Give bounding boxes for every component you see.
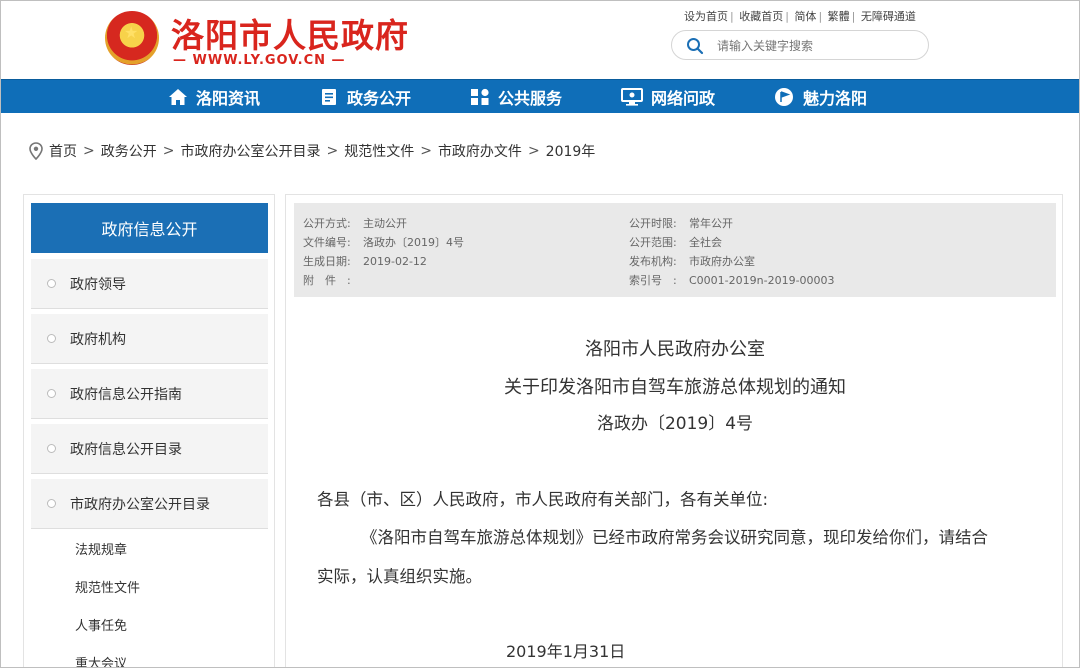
sidebar-subitem-major-meetings[interactable]: 重大会议 [75, 653, 127, 667]
breadcrumb-gov-affairs[interactable]: 政务公开 [101, 141, 157, 161]
nav-item-charm-luoyang[interactable]: 魅力洛阳 [773, 80, 867, 114]
document-icon [322, 89, 336, 105]
top-links: 设为首页 | 收藏首页 | 简体 | 繁體 | 无障碍通道 [684, 10, 916, 23]
sidebar-item-gov-agencies[interactable]: 政府机构 [31, 314, 268, 364]
bullet-icon [47, 444, 56, 453]
sidebar: 政府信息公开 政府领导 政府机构 政府信息公开指南 政府信息公开目录 市政府办公… [23, 194, 275, 667]
nav-label: 魅力洛阳 [803, 89, 868, 108]
document-salutation: 各县（市、区）人民政府，市人民政府有关部门，各有关单位: [317, 490, 769, 509]
search-input[interactable] [717, 36, 917, 56]
sidebar-header[interactable]: 政府信息公开 [31, 203, 268, 253]
sidebar-item-label: 政府领导 [70, 276, 126, 293]
grid-icon [471, 88, 489, 105]
breadcrumb-normative-docs[interactable]: 规范性文件 [344, 141, 414, 161]
breadcrumb-separator: > [326, 143, 339, 159]
meta-created-date: 生成日期: 2019-02-12 [303, 255, 427, 268]
sidebar-item-label: 市政府办公室公开目录 [70, 496, 210, 513]
breadcrumb-separator: > [420, 143, 432, 159]
meta-attachment: 附 件 : [303, 274, 351, 287]
nav-item-news[interactable]: 洛阳资讯 [168, 80, 260, 114]
accessibility-link[interactable]: 无障碍通道 [861, 10, 916, 23]
site-header: ★ 洛阳市人民政府 — WWW.LY.GOV.CN — 设为首页 | 收藏首页 | … [1, 1, 1079, 79]
sidebar-item-disclosure-catalog[interactable]: 政府信息公开目录 [31, 424, 268, 474]
sidebar-item-label: 政府信息公开指南 [70, 386, 182, 403]
document-metadata: 公开方式: 主动公开 文件编号: 洛政办〔2019〕4号 生成日期: 2019-02-… [294, 203, 1056, 297]
search-box[interactable] [671, 30, 929, 60]
breadcrumb: 首页 > 政务公开 > 市政府办公室公开目录 > 规范性文件 > 市政府办文件 > 201… [29, 141, 595, 161]
bullet-icon [47, 389, 56, 398]
nav-label: 网络问政 [651, 89, 716, 108]
meta-file-number: 文件编号: 洛政办〔2019〕4号 [303, 236, 464, 249]
sidebar-item-label: 政府信息公开目录 [70, 441, 182, 458]
sidebar-subitem-regulations[interactable]: 法规规章 [75, 539, 127, 558]
document-date: 2019年1月31日 [506, 642, 626, 661]
national-emblem-icon: ★ [105, 11, 159, 65]
search-icon[interactable] [686, 37, 704, 55]
traditional-link[interactable]: 繁體 [828, 10, 850, 23]
nav-item-online-inquiry[interactable]: 网络问政 [621, 80, 715, 114]
location-pin-icon [29, 142, 43, 160]
meta-index-number: 索引号 : C0001-2019n-2019-00003 [629, 274, 835, 287]
sidebar-item-label: 政府机构 [70, 331, 126, 348]
sidebar-item-gov-leaders[interactable]: 政府领导 [31, 259, 268, 309]
bullet-icon [47, 499, 56, 508]
bookmark-link[interactable]: 收藏首页 [739, 10, 783, 23]
breadcrumb-office-files[interactable]: 市政府办文件 [438, 141, 522, 161]
document-paragraph-line1: 《洛阳市自驾车旅游总体规划》已经市政府常务会议研究同意，现印发给你们，请结合 [361, 528, 988, 547]
document-panel: 公开方式: 主动公开 文件编号: 洛政办〔2019〕4号 生成日期: 2019-02-… [285, 194, 1063, 667]
home-icon [169, 89, 187, 105]
sidebar-subitem-normative-docs[interactable]: 规范性文件 [75, 577, 140, 596]
bullet-icon [47, 279, 56, 288]
flag-icon [775, 88, 793, 106]
nav-label: 政务公开 [347, 89, 412, 108]
document-title: 关于印发洛阳市自驾车旅游总体规划的通知 [504, 377, 846, 398]
meta-disclosure-scope: 公开范围: 全社会 [629, 236, 722, 249]
nav-item-public-service[interactable]: 公共服务 [470, 80, 562, 114]
breadcrumb-separator: > [83, 143, 95, 159]
bullet-icon [47, 334, 56, 343]
breadcrumb-separator: > [162, 143, 175, 159]
monitor-icon [621, 88, 643, 106]
breadcrumb-year[interactable]: 2019年 [546, 141, 596, 161]
nav-label: 公共服务 [498, 89, 563, 108]
breadcrumb-office-catalog[interactable]: 市政府办公室公开目录 [180, 141, 320, 161]
nav-item-gov-affairs[interactable]: 政务公开 [319, 80, 411, 114]
nav-label: 洛阳资讯 [196, 89, 261, 108]
breadcrumb-separator: > [527, 143, 540, 159]
main-nav: 洛阳资讯 政务公开 公共服务 网络问政 魅力洛阳 [1, 79, 1079, 114]
page-frame: ★ 洛阳市人民政府 — WWW.LY.GOV.CN — 设为首页 | 收藏首页 | … [0, 0, 1080, 668]
document-title-issuer: 洛阳市人民政府办公室 [585, 339, 765, 360]
sidebar-item-office-catalog[interactable]: 市政府办公室公开目录 [31, 479, 268, 529]
document-paragraph-line2: 实际，认真组织实施。 [317, 567, 482, 586]
sidebar-subitem-appointments[interactable]: 人事任免 [75, 615, 127, 634]
breadcrumb-home[interactable]: 首页 [49, 141, 77, 161]
simplified-link[interactable]: 简体 [794, 10, 816, 23]
site-title[interactable]: 洛阳市人民政府 [171, 9, 409, 57]
document-number: 洛政办〔2019〕4号 [596, 414, 754, 434]
site-url: — WWW.LY.GOV.CN — [173, 53, 346, 68]
sidebar-item-disclosure-guide[interactable]: 政府信息公开指南 [31, 369, 268, 419]
meta-issuing-agency: 发布机构: 市政府办公室 [629, 255, 755, 268]
set-homepage-link[interactable]: 设为首页 [684, 10, 728, 23]
meta-disclosure-period: 公开时限: 常年公开 [629, 217, 733, 230]
meta-disclosure-method: 公开方式: 主动公开 [303, 217, 407, 230]
